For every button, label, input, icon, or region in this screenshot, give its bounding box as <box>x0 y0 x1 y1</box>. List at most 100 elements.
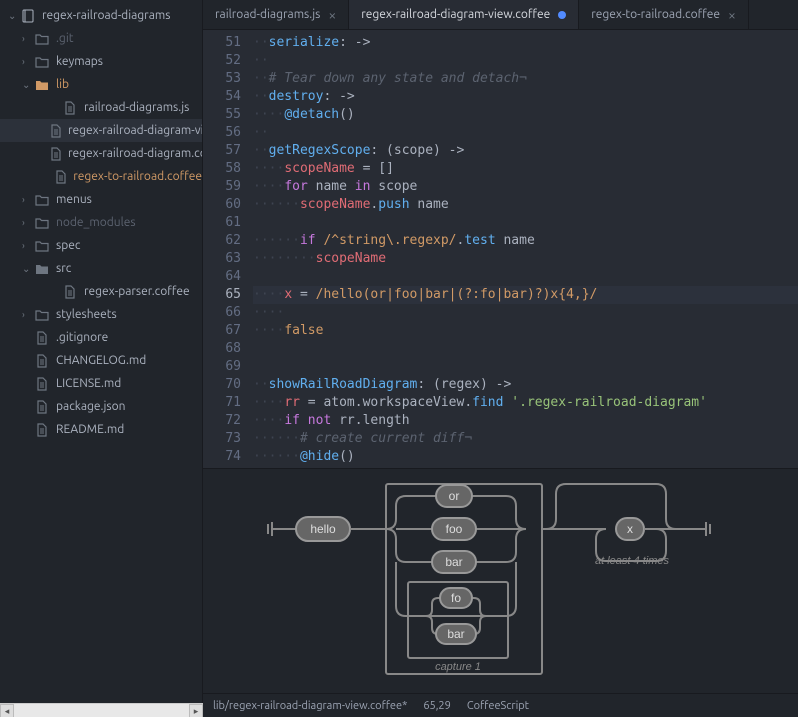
code-editor[interactable]: 5152535455565758596061626364656667686970… <box>203 30 798 468</box>
line-number[interactable]: 74 <box>203 448 241 466</box>
line-number[interactable]: 59 <box>203 178 241 196</box>
line-number[interactable]: 66 <box>203 304 241 322</box>
tree-file[interactable]: package.json <box>0 395 202 418</box>
line-number[interactable]: 56 <box>203 124 241 142</box>
chevron-right-icon: › <box>22 309 34 320</box>
tree-item-label: lib <box>56 78 69 91</box>
tree-item-label: regex-parser.coffee <box>84 285 190 298</box>
tree-file[interactable]: regex-parser.coffee <box>0 280 202 303</box>
tree-folder[interactable]: › node_modules <box>0 211 202 234</box>
tree-file[interactable]: regex-railroad-diagram-view.coffee <box>0 119 202 142</box>
diagram-node-fo: fo <box>450 591 460 605</box>
line-number[interactable]: 64 <box>203 268 241 286</box>
tree-root[interactable]: ⌄ regex-railroad-diagrams <box>0 4 202 27</box>
chevron-down-icon: ⌄ <box>8 10 20 22</box>
tree-item-label: railroad-diagrams.js <box>84 101 189 114</box>
editor-area: railroad-diagrams.js × regex-railroad-diag… <box>203 0 798 717</box>
tree-file[interactable]: README.md <box>0 418 202 441</box>
tree-item-label: stylesheets <box>56 308 117 321</box>
line-number[interactable]: 51 <box>203 34 241 52</box>
line-number[interactable]: 54 <box>203 88 241 106</box>
sidebar-scrollbar[interactable]: ◂ ▸ <box>0 703 203 717</box>
chevron-right-icon: › <box>22 56 34 67</box>
file-icon <box>34 400 50 414</box>
folder-icon <box>34 194 50 206</box>
railroad-diagram: hello or foo bar fo bar x at least 4 tim… <box>246 476 756 686</box>
tree-file[interactable]: LICENSE.md <box>0 372 202 395</box>
tree-folder[interactable]: ›spec <box>0 234 202 257</box>
line-number[interactable]: 70 <box>203 376 241 394</box>
tree-root-label: regex-railroad-diagrams <box>42 9 170 22</box>
chevron-right-icon: › <box>22 217 34 228</box>
tree-file[interactable]: .gitignore <box>0 326 202 349</box>
line-number[interactable]: 58 <box>203 160 241 178</box>
line-number[interactable]: 72 <box>203 412 241 430</box>
tree-file[interactable]: CHANGELOG.md <box>0 349 202 372</box>
scroll-left-button[interactable]: ◂ <box>0 704 14 717</box>
tree-item-label: regex-to-railroad.coffee <box>73 170 202 183</box>
tree-folder[interactable]: ⌄lib <box>0 73 202 96</box>
chevron-down-icon: ⌄ <box>22 263 34 275</box>
folder-icon <box>34 240 50 252</box>
line-number[interactable]: 73 <box>203 430 241 448</box>
tree-folder[interactable]: ›keymaps <box>0 50 202 73</box>
file-icon <box>34 377 50 391</box>
line-number[interactable]: 63 <box>203 250 241 268</box>
line-number[interactable]: 67 <box>203 322 241 340</box>
tree-file[interactable]: regex-to-railroad.coffee <box>0 165 202 188</box>
line-number[interactable]: 68 <box>203 340 241 358</box>
line-number[interactable]: 57 <box>203 142 241 160</box>
line-number[interactable]: 60 <box>203 196 241 214</box>
folder-icon <box>34 309 50 321</box>
tree-folder[interactable]: ⌄src <box>0 257 202 280</box>
status-language[interactable]: CoffeeScript <box>467 700 529 712</box>
folder-icon <box>34 79 50 91</box>
railroad-diagram-panel: hello or foo bar fo bar x at least 4 tim… <box>203 468 798 693</box>
status-file[interactable]: lib/regex-railroad-diagram-view.coffee* <box>213 700 407 712</box>
status-cursor-position[interactable]: 65,29 <box>423 700 451 712</box>
tree-folder[interactable]: › stylesheets <box>0 303 202 326</box>
close-icon[interactable]: × <box>728 7 736 23</box>
line-number[interactable]: 65 <box>203 286 241 304</box>
diagram-node-hello: hello <box>310 522 336 536</box>
file-icon <box>62 101 78 115</box>
gutter: 5152535455565758596061626364656667686970… <box>203 30 253 468</box>
tree-file[interactable]: railroad-diagrams.js <box>0 96 202 119</box>
diagram-node-bar2: bar <box>447 627 464 641</box>
editor-tab[interactable]: railroad-diagrams.js × <box>203 0 349 29</box>
tree-item-label: README.md <box>56 423 124 436</box>
tree-file[interactable]: regex-railroad-diagram.coffee <box>0 142 202 165</box>
tree-item-label: CHANGELOG.md <box>56 354 146 367</box>
file-icon <box>55 170 67 184</box>
tab-label: railroad-diagrams.js <box>215 8 320 21</box>
tree-folder[interactable]: ›.git <box>0 27 202 50</box>
line-number[interactable]: 55 <box>203 106 241 124</box>
status-bar: lib/regex-railroad-diagram-view.coffee* … <box>203 693 798 717</box>
line-number[interactable]: 52 <box>203 52 241 70</box>
repo-icon <box>20 9 36 23</box>
line-number[interactable]: 61 <box>203 214 241 232</box>
editor-tab[interactable]: regex-to-railroad.coffee× <box>579 0 749 29</box>
tree-folder[interactable]: ›menus <box>0 188 202 211</box>
line-number[interactable]: 62 <box>203 232 241 250</box>
tree-item-label: regex-railroad-diagram-view.coffee <box>68 124 202 137</box>
tree-item-label: .gitignore <box>56 331 108 344</box>
line-number[interactable]: 69 <box>203 358 241 376</box>
line-number[interactable]: 71 <box>203 394 241 412</box>
tree-item-label: regex-railroad-diagram.coffee <box>68 147 202 160</box>
tree-item-label: node_modules <box>56 216 136 229</box>
tree-item-label: spec <box>56 239 80 252</box>
file-tree-sidebar: ⌄ regex-railroad-diagrams ›.git›keymaps⌄… <box>0 0 203 717</box>
folder-icon <box>34 56 50 68</box>
file-icon <box>34 331 50 345</box>
scroll-right-button[interactable]: ▸ <box>189 704 203 717</box>
chevron-right-icon: › <box>22 33 34 44</box>
diagram-node-foo: foo <box>445 522 462 536</box>
tree-item-label: LICENSE.md <box>56 377 121 390</box>
file-icon <box>50 147 62 161</box>
editor-tab[interactable]: regex-railroad-diagram-view.coffee <box>349 0 579 29</box>
close-icon[interactable]: × <box>328 7 336 23</box>
cursor-line[interactable]: ····x = /hello(or|foo|bar|(?:fo|bar)?)x{… <box>253 286 798 304</box>
code-content[interactable]: ··serialize: -> ·· ··# Tear down any sta… <box>253 30 798 468</box>
line-number[interactable]: 53 <box>203 70 241 88</box>
